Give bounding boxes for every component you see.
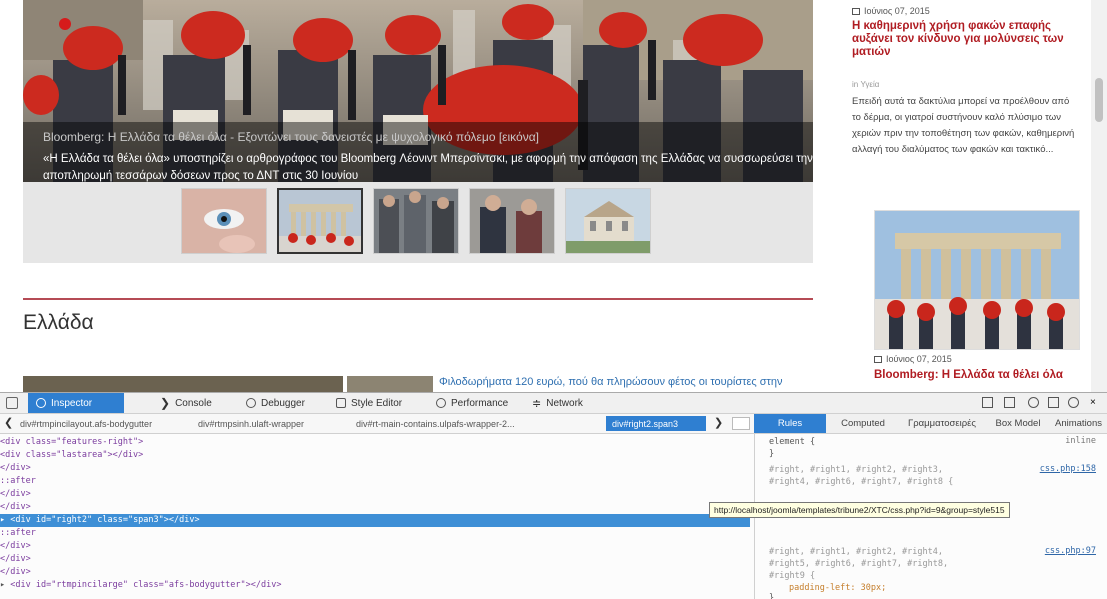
sidebar-photo-parthenon[interactable] (874, 210, 1080, 350)
rule-selector[interactable]: #right, #right1, #right2, #right3, (769, 464, 943, 476)
article-thumbnail[interactable] (347, 376, 433, 392)
markup-line[interactable]: ::after (0, 527, 750, 540)
slider-thumb-parthenon[interactable] (277, 188, 363, 254)
news-slider[interactable]: Bloomberg: Η Ελλάδα τα θέλει όλα - Εξοντ… (23, 0, 813, 263)
article-thumbnail[interactable] (23, 376, 343, 392)
rule-selector[interactable]: #right, #right1, #right2, #right4, (769, 546, 943, 558)
rule-selector[interactable]: #right9 { (769, 570, 815, 582)
markup-line[interactable]: <div class="features-right"> (0, 436, 750, 449)
performance-icon (436, 398, 446, 408)
slider-caption: Bloomberg: Η Ελλάδα τα θέλει όλα - Εξοντ… (23, 122, 813, 182)
breadcrumb-item[interactable]: div#rtmpincilayout.afs-bodygutter (20, 416, 190, 431)
rule-source: inline (1065, 436, 1096, 446)
breadcrumb-item[interactable]: div#rt-main-contains.ulpafs-wrapper-2... (356, 416, 536, 431)
breadcrumb-item[interactable]: div#rtmpsinh.ulaft-wrapper (198, 416, 348, 431)
slider-thumb-eye[interactable] (181, 188, 267, 254)
markup-line[interactable]: <div class="lastarea"></div> (0, 449, 750, 462)
markup-line[interactable]: </div> (0, 501, 750, 514)
devtools-panel: Inspector ❯ Console Debugger Style Edito… (0, 392, 1107, 599)
markup-line[interactable]: </div> (0, 488, 750, 501)
inspector-icon (36, 398, 46, 408)
close-icon[interactable]: × (1090, 397, 1101, 408)
rule-close: } (769, 449, 775, 459)
rule-source-link[interactable]: css.php:158 (1040, 464, 1096, 474)
sidebar-article-title[interactable]: Η καθημερινή χρήση φακών επαφής αυξάνει … (852, 20, 1078, 59)
rule-source-link[interactable]: css.php:97 (1045, 546, 1096, 556)
rule-selector[interactable]: #right4, #right6, #right7, #right8 { (769, 476, 953, 488)
article-row: Φιλοδωρήματα 120 ευρώ, πού θα πληρώσουν … (23, 372, 823, 392)
dock-side-icon[interactable] (1004, 397, 1015, 408)
markup-breadcrumbs: ❮ div#rtmpincilayout.afs-bodygutter div#… (0, 414, 754, 434)
website-viewport: Bloomberg: Η Ελλάδα τα θέλει όλα - Εξοντ… (0, 0, 1107, 392)
tab-debugger[interactable]: Debugger (238, 393, 313, 413)
tab-network[interactable]: ≑ Network (524, 393, 591, 413)
markup-line[interactable]: ▸ <div id="rtmpincilarge" class="afs-bod… (0, 579, 750, 592)
tab-inspector[interactable]: Inspector (28, 393, 124, 413)
markup-line[interactable]: </div> (0, 553, 750, 566)
sidebar-tabs: Rules Computed Γραμματοσειρές Box Model … (754, 414, 1107, 434)
tab-style-editor[interactable]: Style Editor (328, 393, 410, 413)
slider-title[interactable]: Bloomberg: Η Ελλάδα τα θέλει όλα - Εξοντ… (43, 130, 539, 144)
stylesheet-url-tooltip: http://localhost/joomla/templates/tribun… (709, 502, 1010, 518)
section-heading: Ελλάδα (23, 311, 94, 334)
sidebar-date: Ιούνιος 07, 2015 (874, 354, 952, 364)
tab-console[interactable]: ❯ Console (152, 393, 220, 413)
page-scrollbar-thumb[interactable] (1095, 78, 1103, 122)
sidebar-article-title[interactable]: Bloomberg: Η Ελλάδα τα θέλει όλα (874, 369, 1063, 381)
sidebar-category-tag[interactable]: in Υγεία (852, 80, 879, 89)
responsive-icon[interactable] (1068, 397, 1079, 408)
sidebar: Ιούνιος 07, 2015 Η καθημερινή χρήση φακώ… (846, 0, 1082, 392)
markup-search-input[interactable] (732, 417, 750, 430)
calendar-icon (874, 355, 882, 363)
tab-computed[interactable]: Computed (830, 414, 896, 433)
rule-selector[interactable]: #right5, #right6, #right7, #right8, (769, 558, 948, 570)
console-icon: ❯ (160, 396, 171, 410)
page-scrollbar[interactable] (1091, 0, 1107, 392)
calendar-icon (852, 7, 860, 15)
tab-fonts[interactable]: Γραμματοσειρές (898, 414, 986, 433)
network-icon: ≑ (532, 397, 542, 410)
markup-line[interactable]: </div> (0, 540, 750, 553)
rule-declaration[interactable]: padding-left: 30px; (789, 582, 886, 594)
markup-view[interactable]: <div class="features-right"> <div class=… (0, 434, 750, 599)
section-divider (23, 298, 813, 300)
markup-line[interactable]: ::after (0, 475, 750, 488)
tab-animations[interactable]: Animations (1050, 414, 1107, 433)
sidebar-date: Ιούνιος 07, 2015 (852, 6, 930, 16)
slider-text: «Η Ελλάδα τα θέλει όλα» υποστηρίζει ο αρ… (43, 153, 813, 182)
sidebar-excerpt: Επειδή αυτά τα δακτύλια μπορεί να προέλθ… (852, 96, 1075, 155)
tab-rules[interactable]: Rules (754, 414, 826, 433)
settings-icon[interactable] (1028, 397, 1039, 408)
markup-line[interactable]: </div> (0, 462, 750, 475)
devtools-toolbar: Inspector ❯ Console Debugger Style Edito… (0, 393, 1107, 414)
pick-element-icon[interactable] (6, 397, 18, 409)
slider-thumb-building[interactable] (565, 188, 651, 254)
article-title-link[interactable]: Φιλοδωρήματα 120 ευρώ, πού θα πληρώσουν … (439, 376, 783, 388)
slider-thumb-politicians[interactable] (469, 188, 555, 254)
style-editor-icon (336, 398, 346, 408)
tab-performance[interactable]: Performance (428, 393, 516, 413)
breadcrumb-prev-icon[interactable]: ❮ (4, 416, 13, 429)
markup-line[interactable]: </div> (0, 566, 750, 579)
tab-box-model[interactable]: Box Model (988, 414, 1048, 433)
breadcrumb-item-active[interactable]: div#right2.span3 (606, 416, 706, 431)
debugger-icon (246, 398, 256, 408)
breadcrumb-next-icon[interactable]: ❯ (714, 416, 723, 429)
dock-window-icon[interactable] (1048, 397, 1059, 408)
rule-selector[interactable]: element { (769, 436, 815, 448)
markup-line-selected[interactable]: ▸ <div id="right2" class="span3"></div> (0, 514, 750, 527)
slider-thumb-crowd[interactable] (373, 188, 459, 254)
split-console-icon[interactable] (982, 397, 993, 408)
